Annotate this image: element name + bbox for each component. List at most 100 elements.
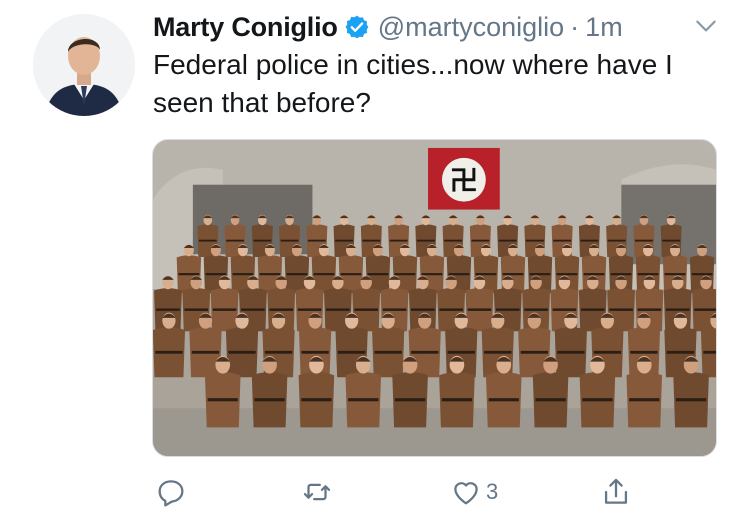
avatar-photo [33,14,135,116]
figure-belt [630,350,658,354]
figure-belt [326,308,350,311]
figure-belt [286,273,308,276]
tweet-photo[interactable] [152,139,717,457]
figure-belt [394,273,416,276]
figure-belt [553,239,572,242]
figure-belt [703,350,716,354]
figure-belt [447,350,475,354]
retweet-icon [303,483,331,501]
tweet-actions: 3 [152,470,717,514]
figure-belt [313,273,335,276]
figure-belt [269,308,294,311]
figure-belt [535,398,566,402]
figure-belt [467,308,492,311]
figure-belt [441,398,473,402]
figure-belt [207,398,238,402]
figure-belt [411,350,439,354]
share-icon [604,478,628,504]
reply-icon [158,480,184,507]
figure-belt [444,239,463,242]
figure-belt [525,239,544,242]
figure-belt [205,273,227,276]
figure-belt [593,350,622,354]
retweet-button[interactable] [300,470,334,514]
figure-belt [524,308,548,311]
figure-belt [495,308,520,311]
figure-belt [609,308,633,311]
figure-belt [337,350,366,354]
figure-belt [665,308,690,311]
figure-belt [348,398,379,402]
figure-belt [448,273,470,276]
group-photo-image [153,140,716,456]
figure-belt [241,308,265,311]
figure-belt [610,273,632,276]
heart-icon [454,482,478,505]
figure-belt [583,273,605,276]
figure-belt [297,308,322,311]
reply-button[interactable] [154,470,188,514]
figure-belt [662,239,681,242]
figure-belt [382,308,407,311]
figure-belt [374,350,402,354]
figure-belt [416,239,435,242]
figure-belt [226,239,244,242]
verified-badge-icon [345,15,369,39]
figure-belt [421,273,443,276]
timestamp[interactable]: 1m [585,12,623,43]
figure-belt [232,273,254,276]
figure-belt [411,308,435,311]
tweet-header: Marty Coniglio @martyconiglio · 1m [153,10,623,44]
figure-belt [488,398,519,402]
avatar[interactable] [33,14,135,116]
figure-belt [439,308,463,311]
figure-belt [607,239,626,242]
figure-belt [259,273,281,276]
figure-belt [666,350,695,354]
figure-belt [307,239,326,242]
figure-belt [637,308,662,311]
figure-belt [691,273,713,276]
figure-belt [634,239,653,242]
figure-belt [580,239,599,242]
figure-belt [301,350,329,354]
figure-belt [340,273,362,276]
like-button[interactable]: 3 [449,470,498,514]
figure-belt [155,350,183,354]
handle[interactable]: @martyconiglio [378,12,564,43]
share-button[interactable] [599,470,633,514]
figure-belt [582,398,613,402]
figure-belt [471,239,490,242]
tweet-text: Federal police in cities...now where hav… [153,49,673,118]
figure-belt [552,308,577,311]
figure-belt [253,239,272,242]
figure-belt [367,273,389,276]
figure-belt [301,398,332,402]
figure-belt [664,273,686,276]
figure-belt [254,398,285,402]
figure-belt [637,273,659,276]
chevron-down-icon[interactable] [693,13,719,39]
like-count: 3 [486,479,499,504]
figure-belt [335,239,354,242]
figure-belt [198,239,217,242]
figure-belt [191,350,220,354]
figure-belt [264,350,293,354]
figure-belt [362,239,381,242]
figure-belt [389,239,408,242]
figure-belt [184,308,209,311]
figure-belt [580,308,605,311]
figure-belt [694,308,716,311]
figure-belt [557,350,585,354]
figure-belt [498,239,517,242]
figure-belt [556,273,578,276]
figure-belt [228,350,256,354]
figure-belt [502,273,524,276]
figure-belt [280,239,299,242]
figure-belt [629,398,660,402]
tweet[interactable]: Marty Coniglio @martyconiglio · 1m Feder… [0,0,750,520]
figure-belt [675,398,707,402]
display-name[interactable]: Marty Coniglio [153,12,338,43]
figure-belt [475,273,497,276]
figure-belt [520,350,548,354]
